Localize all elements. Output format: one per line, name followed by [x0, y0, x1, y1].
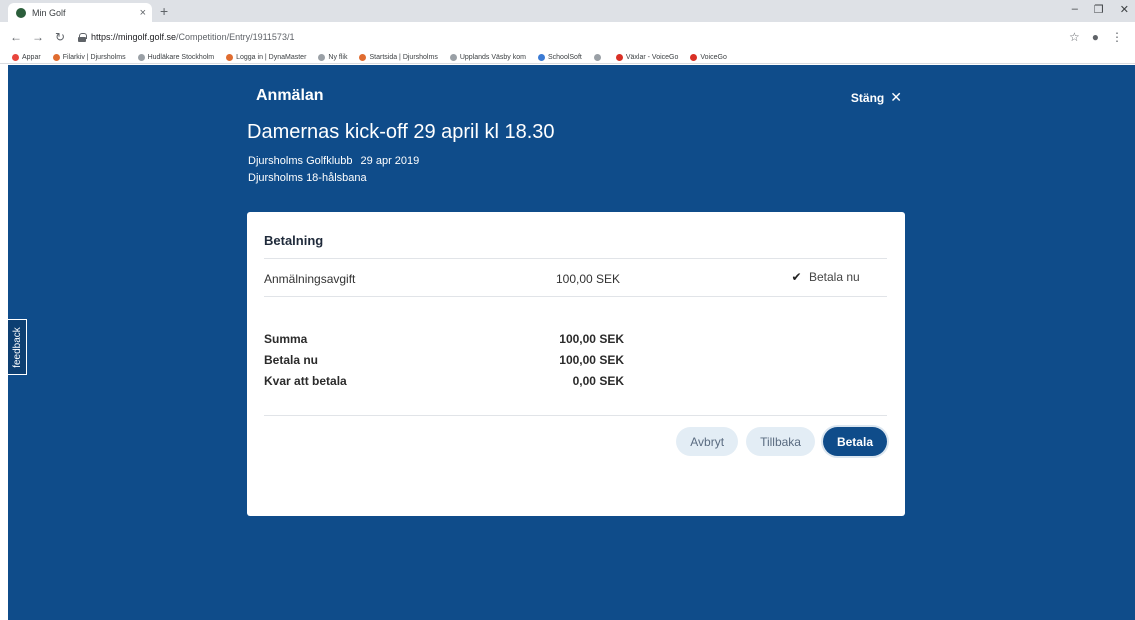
page-icon: [137, 54, 145, 61]
voicego-icon: [615, 54, 623, 61]
bookmark-apps[interactable]: Appar: [12, 54, 41, 61]
site-icon: [52, 54, 60, 61]
close-button[interactable]: Stäng ✕: [851, 89, 902, 106]
schoolsoft-icon: [537, 54, 545, 61]
bookmark-item[interactable]: Startsida | Djursholms: [359, 54, 438, 61]
bookmark-item[interactable]: VoiceGo: [690, 54, 727, 61]
back-button[interactable]: Tillbaka: [746, 427, 815, 456]
pay-button[interactable]: Betala: [822, 427, 887, 456]
fee-label: Anmälningsavgift: [264, 272, 356, 286]
bookmark-item[interactable]: Växlar - VoiceGo: [615, 54, 678, 61]
bookmark-item[interactable]: Logga in | DynaMaster: [226, 54, 306, 61]
browser-tab[interactable]: Min Golf ×: [8, 3, 152, 22]
page-header: Anmälan Stäng ✕: [256, 87, 902, 105]
profile-icon[interactable]: ●: [1092, 30, 1099, 44]
cancel-button[interactable]: Avbryt: [676, 427, 739, 456]
lock-icon: [78, 32, 87, 42]
fee-amount: 100,00 SEK: [556, 272, 621, 286]
apps-grid-icon: [12, 54, 19, 61]
voicego-icon: [690, 54, 698, 61]
bookmark-item[interactable]: Ny flik: [318, 54, 347, 61]
site-icon: [449, 54, 457, 61]
url-path: /Competition/Entry/1911573/1: [176, 32, 295, 42]
maximize-icon[interactable]: ❐: [1094, 3, 1104, 16]
bookmarks-bar: Appar Filarkiv | Djursholms Hudläkare St…: [0, 52, 1135, 64]
bookmark-item[interactable]: Upplands Väsby kom: [449, 54, 526, 61]
feedback-tab[interactable]: feedback: [8, 319, 27, 375]
url-input[interactable]: https://mingolf.golf.se/Competition/Entr…: [74, 26, 1069, 48]
menu-icon[interactable]: ⋮: [1111, 30, 1123, 44]
fee-row: Anmälningsavgift 100,00 SEK ✔ Betala nu: [264, 266, 887, 296]
minimize-icon[interactable]: –: [1072, 3, 1078, 16]
competition-meta: Djursholms Golfklubb 29 apr 2019 Djurshol…: [248, 153, 419, 187]
golf-favicon-icon: [16, 7, 26, 18]
bookmark-item[interactable]: Filarkiv | Djursholms: [52, 54, 126, 61]
reload-icon[interactable]: ↻: [52, 30, 68, 44]
divider: [264, 415, 887, 416]
divider: [264, 296, 887, 297]
action-buttons: Avbryt Tillbaka Betala: [676, 427, 887, 456]
browser-tabstrip: Min Golf × + – ❐ ✕: [0, 0, 1135, 22]
page-icon: [318, 54, 326, 61]
url-host: https://mingolf.golf.se: [91, 32, 177, 42]
close-icon: ✕: [890, 89, 902, 105]
tab-close-icon[interactable]: ×: [140, 7, 146, 19]
forward-arrow-icon[interactable]: →: [30, 30, 46, 44]
site-icon: [359, 54, 367, 61]
back-arrow-icon[interactable]: ←: [8, 30, 24, 44]
bookmark-item[interactable]: [593, 54, 604, 61]
club-name: Djursholms Golfklubb: [248, 155, 353, 167]
new-tab-button[interactable]: +: [160, 3, 168, 19]
close-label: Stäng: [850, 90, 885, 105]
site-icon: [226, 54, 234, 61]
bookmark-item[interactable]: Hudläkare Stockholm: [137, 54, 214, 61]
course-name: Djursholms 18-hålsbana: [248, 172, 367, 184]
window-controls: – ❐ ✕: [1072, 3, 1129, 16]
tab-title: Min Golf: [32, 7, 66, 18]
competition-name: Damernas kick-off 29 april kl 18.30: [247, 121, 555, 143]
payment-title: Betalning: [264, 233, 324, 248]
bookmark-item[interactable]: SchoolSoft: [537, 54, 582, 61]
window-close-icon[interactable]: ✕: [1120, 3, 1129, 16]
divider: [264, 258, 887, 259]
address-bar: ← → ↻ https://mingolf.golf.se/Competitio…: [0, 22, 1135, 52]
pay-now-checkbox[interactable]: ✔ Betala nu: [790, 270, 860, 284]
payment-card: Betalning Anmälningsavgift 100,00 SEK ✔ …: [247, 212, 905, 516]
page-title: Anmälan: [256, 87, 324, 104]
star-icon[interactable]: ☆: [1069, 30, 1080, 44]
page-background: Anmälan Stäng ✕ Damernas kick-off 29 apr…: [8, 65, 1135, 620]
page-icon: [593, 54, 601, 61]
competition-date: 29 apr 2019: [360, 155, 420, 167]
checkmark-icon: ✔: [791, 270, 802, 284]
pay-now-label: Betala nu: [809, 270, 860, 284]
